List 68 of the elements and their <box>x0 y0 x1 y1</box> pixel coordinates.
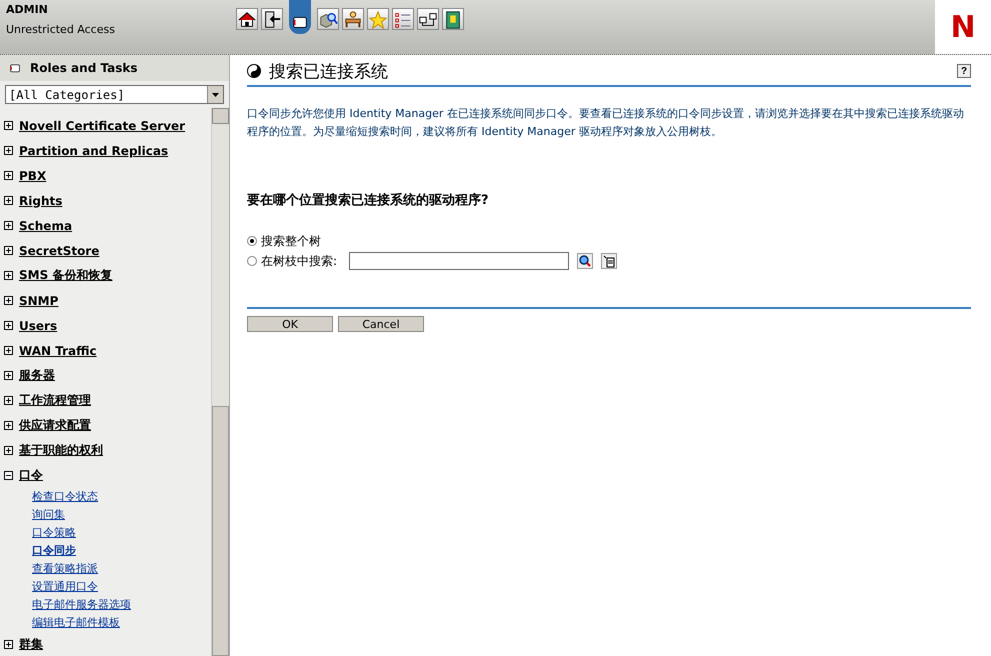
category-link[interactable]: 口令 <box>19 467 43 484</box>
option-label: 搜索整个树 <box>261 232 321 250</box>
expand-icon[interactable] <box>4 640 13 649</box>
radio-button[interactable] <box>247 256 257 266</box>
user-name: ADMIN <box>6 3 49 16</box>
category-link[interactable]: 供应请求配置 <box>19 417 91 434</box>
expand-icon[interactable] <box>4 196 13 205</box>
form-button[interactable]: OK <box>247 316 333 332</box>
category-link[interactable]: Users <box>19 318 58 332</box>
expand-icon[interactable] <box>4 396 13 405</box>
task-link[interactable]: 编辑电子邮件模板 <box>32 614 120 632</box>
question: 要在哪个位置搜索已连接系统的驱动程序? <box>247 192 490 209</box>
search-icon[interactable] <box>577 253 594 269</box>
page-title: 搜索已连接系统 <box>269 60 389 82</box>
expand-icon[interactable] <box>4 446 13 455</box>
expand-icon[interactable] <box>4 146 13 155</box>
category-link[interactable]: 工作流程管理 <box>19 392 91 409</box>
expand-icon[interactable] <box>4 296 13 305</box>
category-link[interactable]: Partition and Replicas <box>19 144 168 158</box>
category-link[interactable]: Rights <box>19 194 62 208</box>
category-link[interactable]: Novell Certificate Server <box>19 118 186 132</box>
house-icon[interactable] <box>236 8 258 30</box>
star-icon[interactable] <box>367 8 389 30</box>
category-link[interactable]: SMS 备份和恢复 <box>19 267 112 284</box>
yin-yang-icon <box>247 64 261 78</box>
task-link[interactable]: 口令同步 <box>32 542 76 560</box>
category-link[interactable]: WAN Traffic <box>19 344 97 358</box>
collapse-icon[interactable] <box>4 471 13 480</box>
task-link[interactable]: 询问集 <box>32 506 65 524</box>
desk-icon[interactable] <box>342 8 364 30</box>
option-label: 在树枝中搜索: <box>261 252 338 270</box>
expand-icon[interactable] <box>4 171 13 180</box>
dropdown-caret-icon[interactable] <box>207 86 223 103</box>
network-icon[interactable] <box>417 8 439 30</box>
task-link[interactable]: 口令策略 <box>32 524 76 542</box>
door-icon[interactable] <box>261 8 283 30</box>
roles-icon[interactable] <box>289 0 311 34</box>
task-link[interactable]: 检查口令状态 <box>32 488 98 506</box>
expand-icon[interactable] <box>4 421 13 430</box>
task-link[interactable]: 设置通用口令 <box>32 578 98 596</box>
category-dropdown[interactable]: [All Categories] <box>5 85 224 104</box>
task-link[interactable]: 电子邮件服务器选项 <box>32 596 131 614</box>
category-link[interactable]: 服务器 <box>19 367 55 384</box>
expand-icon[interactable] <box>4 346 13 355</box>
category-link[interactable]: SNMP <box>19 294 58 308</box>
category-link[interactable]: 基于职能的权利 <box>19 442 103 459</box>
category-link[interactable]: 群集 <box>19 636 43 653</box>
browse-icon[interactable] <box>601 253 618 269</box>
access-level: Unrestricted Access <box>6 23 116 36</box>
task-link[interactable]: 查看策略指派 <box>32 560 98 578</box>
book-icon[interactable] <box>442 8 464 30</box>
logo: N <box>935 0 991 54</box>
sidebar-title: Roles and Tasks <box>30 61 138 75</box>
expand-icon[interactable] <box>4 271 13 280</box>
expand-icon[interactable] <box>4 321 13 330</box>
category-link[interactable]: PBX <box>19 168 46 182</box>
category-link[interactable]: SecretStore <box>19 244 100 258</box>
cube-search-icon[interactable] <box>317 8 339 30</box>
expand-icon[interactable] <box>4 246 13 255</box>
expand-icon[interactable] <box>4 221 13 230</box>
expand-icon[interactable] <box>4 121 13 130</box>
help-button[interactable]: ? <box>957 64 971 78</box>
form-button[interactable]: Cancel <box>338 316 424 332</box>
checklist-icon[interactable] <box>392 8 414 30</box>
category-link[interactable]: Schema <box>19 218 72 232</box>
description: 口令同步允许您使用 Identity Manager 在已连接系统间同步口令。要查看已连接系统的口令同步设置，请浏览并选择要在其中搜索已连接系统驱动程序的位置。为尽量缩短搜索时间，建议将所有 Identity Manager 驱动程序对象放入公用树枝。 <box>247 106 965 140</box>
expand-icon[interactable] <box>4 371 13 380</box>
radio-button[interactable] <box>247 236 257 246</box>
